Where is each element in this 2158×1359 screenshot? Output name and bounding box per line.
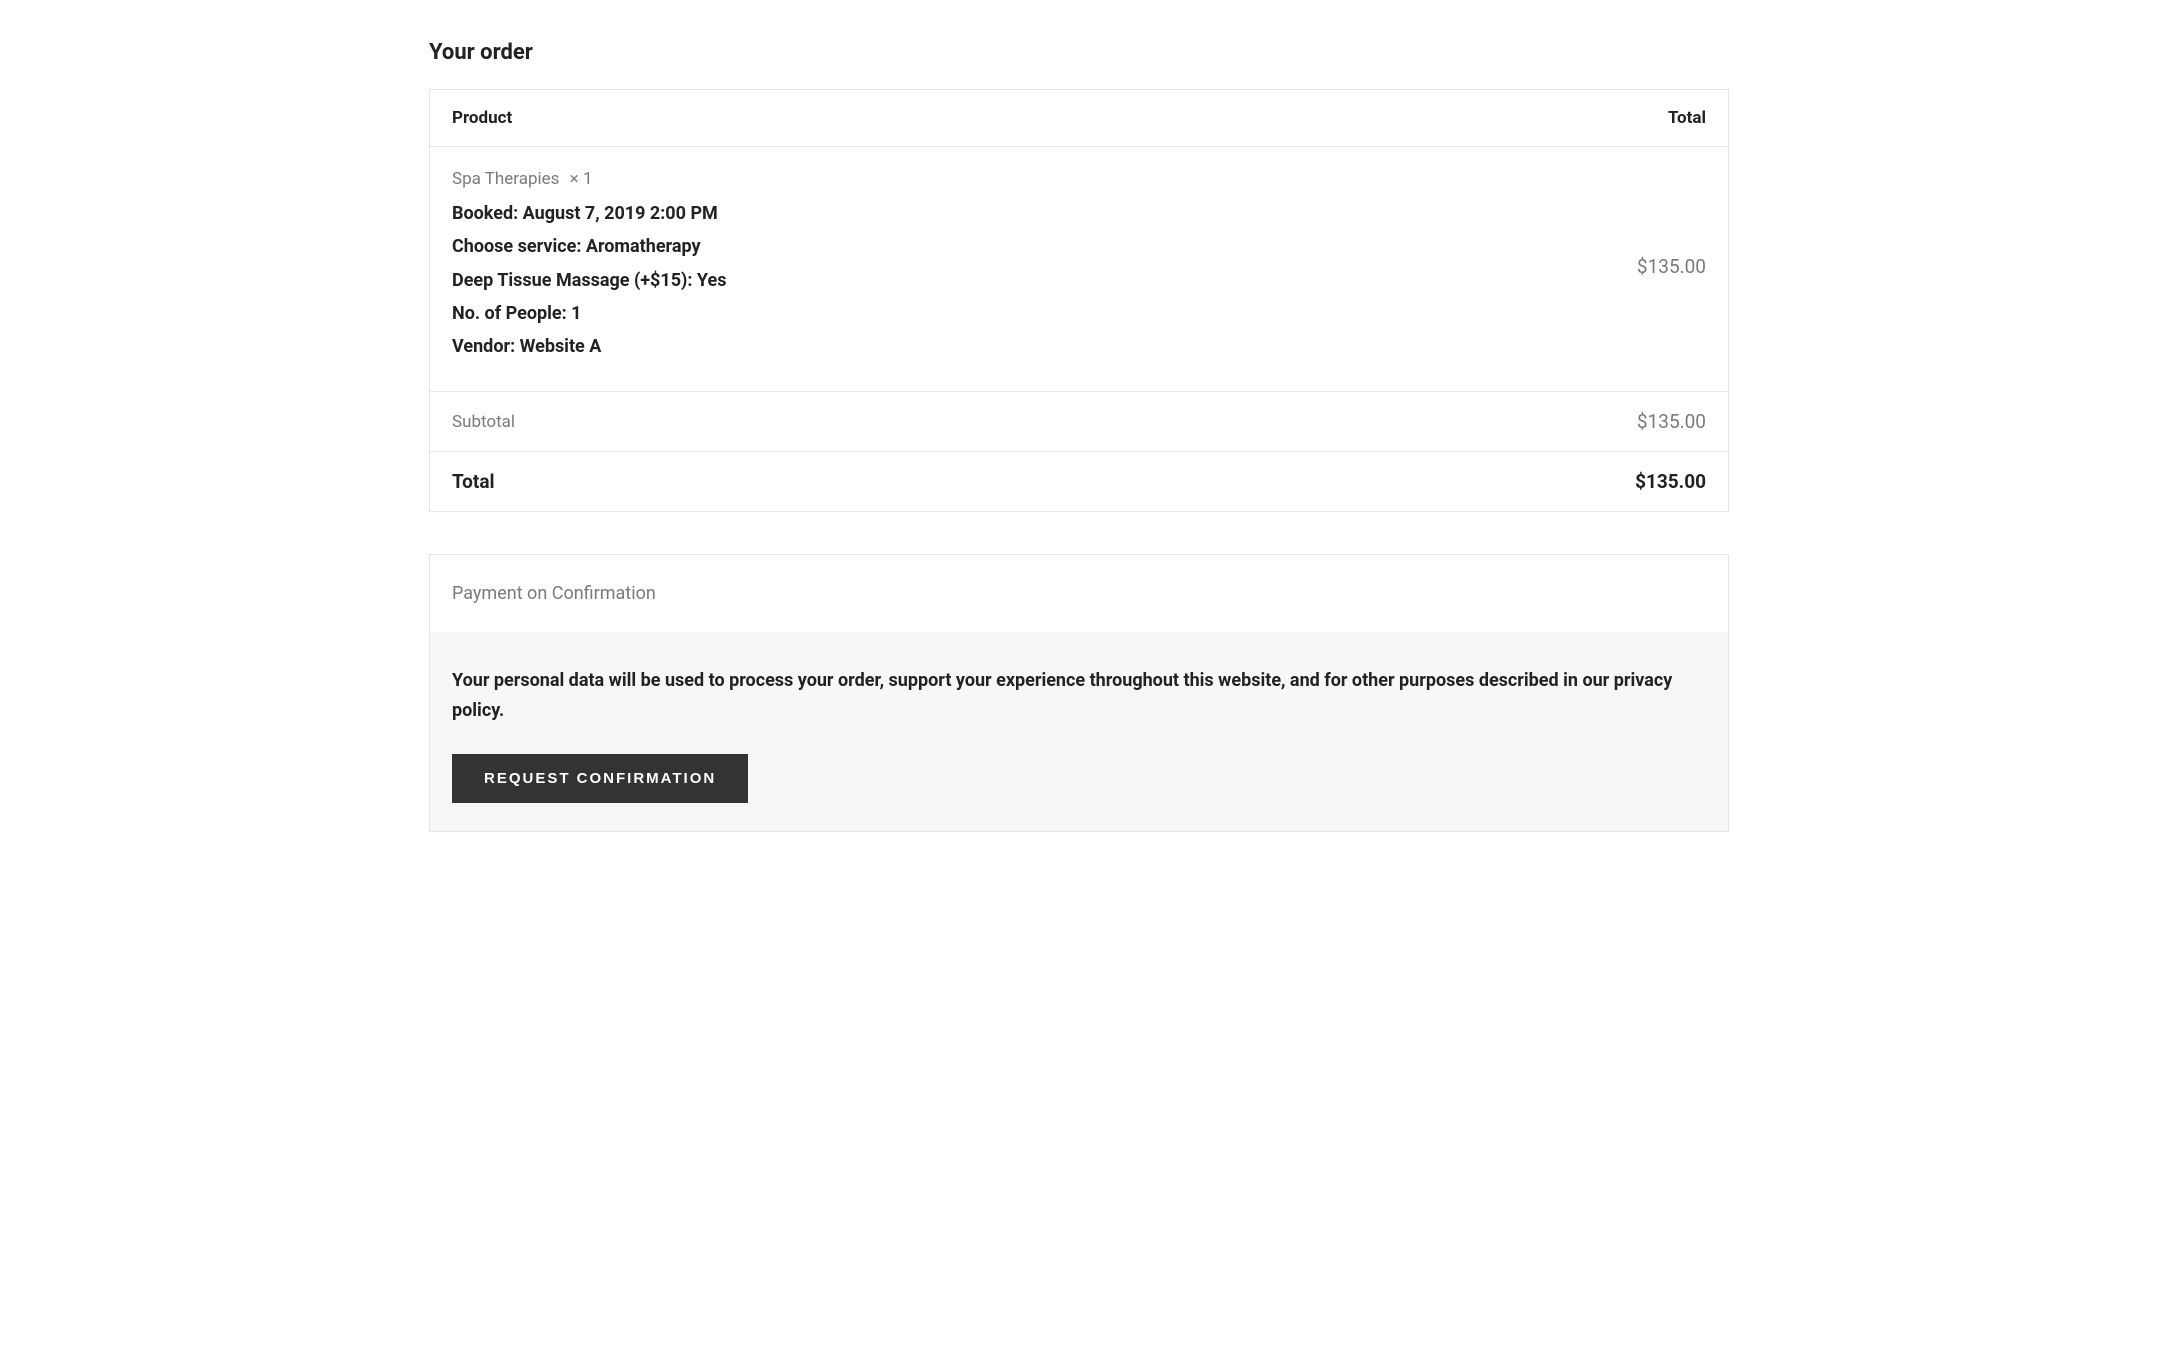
subtotal-label: Subtotal	[430, 392, 1384, 452]
request-confirmation-button[interactable]: Request Confirmation	[452, 754, 748, 803]
product-booked: Booked: August 7, 2019 2:00 PM	[452, 197, 1361, 230]
order-review-table: Product Total Spa Therapies × 1 Booked: …	[429, 89, 1729, 512]
product-addon: Deep Tissue Massage (+$15): Yes	[452, 264, 1361, 297]
product-service: Choose service: Aromatherapy	[452, 230, 1361, 263]
product-price: $135.00	[1383, 147, 1728, 392]
privacy-text-main: Your personal data will be used to proce…	[452, 670, 1614, 691]
total-value: $135.00	[1383, 452, 1728, 512]
product-quantity: × 1	[570, 169, 593, 189]
total-label: Total	[430, 452, 1384, 512]
payment-box: Payment on Confirmation Your personal da…	[429, 554, 1729, 831]
page-title: Your order	[429, 40, 1729, 65]
order-item-details: Spa Therapies × 1 Booked: August 7, 2019…	[430, 147, 1384, 392]
payment-method-label: Payment on Confirmation	[430, 555, 1728, 632]
order-item-row: Spa Therapies × 1 Booked: August 7, 2019…	[430, 147, 1729, 392]
product-title: Spa Therapies	[452, 169, 559, 189]
privacy-text-suffix: .	[499, 700, 504, 721]
column-header-product: Product	[430, 90, 1384, 147]
subtotal-value: $135.00	[1383, 392, 1728, 452]
column-header-total: Total	[1383, 90, 1728, 147]
product-name: Spa Therapies × 1	[452, 169, 1361, 189]
order-container: Your order Product Total Spa Therapies ×…	[429, 40, 1729, 832]
product-people: No. of People: 1	[452, 297, 1361, 330]
privacy-policy-text: Your personal data will be used to proce…	[452, 666, 1706, 725]
product-vendor: Vendor: Website A	[452, 330, 1361, 363]
payment-footer: Your personal data will be used to proce…	[430, 632, 1728, 830]
